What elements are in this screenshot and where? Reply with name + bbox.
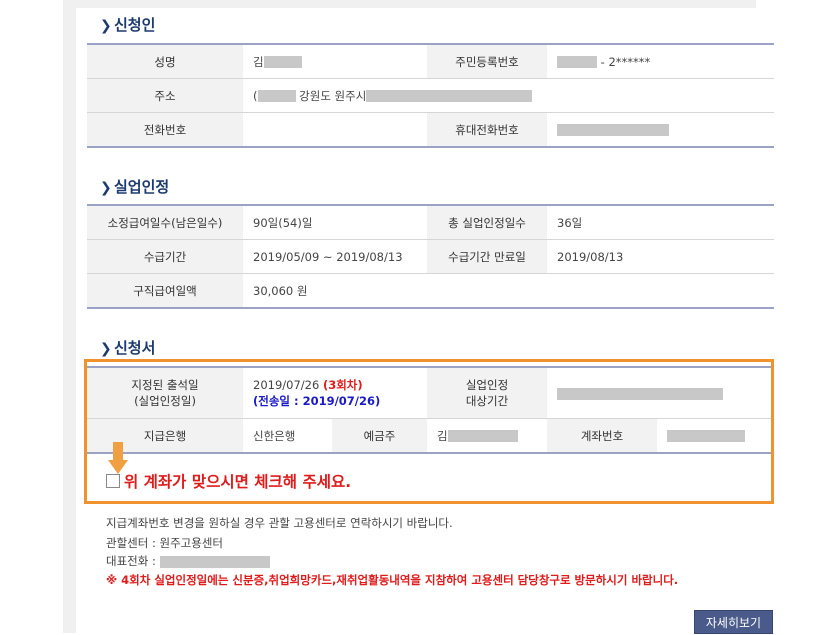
center-info: 관할센터 : 원주고용센터	[106, 536, 223, 550]
amount-label: 구직급여일액	[87, 273, 243, 309]
rrn-label: 주민등록번호	[427, 43, 547, 79]
phone-info: 대표전화 :	[106, 553, 270, 569]
amount-value: 30,060 원	[243, 273, 774, 309]
address-label: 주소	[87, 78, 243, 113]
section-title-applicant: ❯ 신청인	[100, 16, 156, 34]
page-top-margin	[76, 0, 756, 8]
chevron-right-icon: ❯	[100, 180, 112, 196]
account-change-notice: 지급계좌번호 변경을 원하실 경우 관할 고용센터로 연락하시기 바랍니다.	[106, 516, 453, 530]
period-label: 수급기간	[87, 239, 243, 274]
unemployment-table: 소정급여일수(남은일수) 90일(54)일 총 실업인정일수 36일 수급기간 …	[87, 204, 774, 309]
section-title-unemployment: ❯ 실업인정	[100, 178, 170, 196]
name-label: 성명	[87, 43, 243, 79]
account-confirm-row: 위 계좌가 맞으시면 체크해 주세요.	[106, 470, 351, 492]
mobile-label: 휴대전화번호	[427, 112, 547, 148]
chevron-right-icon: ❯	[100, 341, 112, 357]
phone-value	[243, 112, 427, 148]
address-value: ( 강원도 원주시	[243, 78, 774, 113]
visit-warning: ※ 4회차 실업인정일에는 신분증,취업희망카드,재취업활동내역을 지참하여 고…	[106, 573, 679, 587]
expiry-label: 수급기간 만료일	[427, 239, 547, 274]
chevron-right-icon: ❯	[100, 18, 112, 34]
days-label: 소정급여일수(남은일수)	[87, 204, 243, 240]
applicant-table: 성명 김 주민등록번호 - 2****** 주소 ( 강원도 원주시 전화번호 …	[87, 43, 774, 148]
total-days-label: 총 실업인정일수	[427, 204, 547, 240]
account-confirm-checkbox[interactable]	[106, 474, 120, 488]
account-confirm-text: 위 계좌가 맞으시면 체크해 주세요.	[124, 473, 352, 491]
days-value: 90일(54)일	[243, 204, 427, 240]
total-days-value: 36일	[547, 204, 774, 240]
section-title-application: ❯ 신청서	[100, 339, 156, 357]
name-value: 김	[243, 43, 427, 79]
details-button[interactable]: 자세히보기	[694, 610, 773, 634]
page-left-margin	[63, 0, 76, 633]
phone-label: 전화번호	[87, 112, 243, 148]
rrn-value: - 2******	[547, 43, 774, 79]
expiry-value: 2019/08/13	[547, 239, 774, 274]
period-value: 2019/05/09 ~ 2019/08/13	[243, 239, 427, 274]
mobile-value	[547, 112, 774, 148]
